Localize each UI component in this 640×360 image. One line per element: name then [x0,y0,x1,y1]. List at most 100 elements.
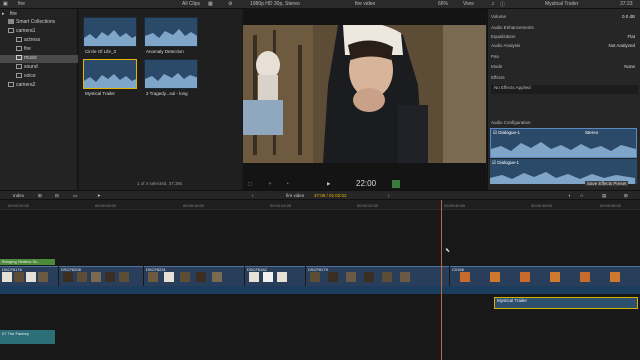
volume-value[interactable]: 0.0 dB [622,14,635,19]
sidebar-item-library[interactable]: ▸ fire [0,11,78,19]
keyword-icon [16,73,22,79]
filmstrip-view-icon[interactable]: ▦ [208,1,213,7]
enhancements-header: Audio Enhancements [491,25,534,30]
sidebar-item-music[interactable]: music [0,55,78,63]
sidebar-item-voice[interactable]: voice [0,73,78,81]
video-clip[interactable]: DSCF8179 [306,266,449,286]
analysis-row: Audio Analysis Not Analyzed [491,43,635,48]
video-clip[interactable]: DSCF8176 [0,266,58,286]
select-tool-icon[interactable]: ➤ [97,193,101,199]
dialogue-format-dropdown[interactable]: Stereo [585,130,598,135]
sidebar-item-actress[interactable]: actress [0,37,78,45]
sidebar-item-fire[interactable]: fire [0,46,78,54]
ruler-tick: 00:00:16:00 [183,203,205,208]
dialogue-sub-checkbox[interactable]: ☑ Dialogue-1 [492,160,519,166]
frame [263,272,273,282]
frame [77,272,87,282]
music-clip-label: Mystical Trailer [497,298,528,303]
back-icon[interactable]: ‹ [252,193,254,198]
effects-browser-icon[interactable]: ⊞ [624,193,628,199]
music-clip[interactable]: Mystical Trailer [494,297,638,309]
info-inspector-icon[interactable]: ⓘ [500,1,505,8]
sidebar-item-camera1[interactable]: camera1 [0,28,78,36]
pan-header: Pan [491,54,500,59]
index-button[interactable]: Index [13,193,24,198]
append-icon[interactable]: ⊞ [38,193,42,199]
viewer-title: fire video [355,1,376,7]
top-toolbar: ▣ fire All Clips ▦ ⚙ 1080p HD 30p, Stere… [0,0,640,9]
view-menu[interactable]: View [463,1,474,7]
zoom-dropdown[interactable]: 66% [438,1,448,7]
dialogue-channel[interactable]: ☑ Dialogue-1 Stereo [490,128,637,158]
forward-icon[interactable]: › [388,193,390,198]
frame [91,272,101,282]
library-icon[interactable]: ▣ [3,1,8,7]
folder-icon [8,19,14,25]
clip-thumbnail-selected[interactable] [83,59,137,89]
play-button[interactable]: ▶ [327,181,330,187]
audio-clip[interactable]: 07 The Factory [0,330,55,344]
frame [119,272,129,282]
dialogue-checkbox[interactable]: ☑ Dialogue-1 [493,130,520,136]
connected-clip[interactable]: Bringing Heatins Sc... [0,259,55,265]
frame [460,272,470,282]
headphones-icon[interactable]: ∩ [580,193,583,198]
clip-appearance-icon[interactable]: ▤ [602,193,606,199]
clip-label: Circle Of Life_3 [85,49,117,54]
connected-clip-label: Bringing Heatins Sc... [2,259,41,264]
effects-list: No Effects Applied [491,85,638,94]
clip-label: Mystical Trailer [85,91,116,96]
frame [364,272,374,282]
edit-tools-icon[interactable]: ▭ [73,193,77,199]
sidebar-item-sound[interactable]: sound [0,64,78,72]
video-clip[interactable]: DSCF8182 [245,266,305,286]
waveform-icon [145,29,197,46]
sidebar-item-smart-collections[interactable]: Smart Collections [0,19,78,27]
mode-dropdown[interactable]: None [624,64,635,69]
audio-skimming-icon[interactable]: ◗ [568,193,571,198]
video-clip[interactable]: C0166 [450,266,640,286]
frame [328,272,338,282]
analysis-value: Not Analyzed [608,43,635,48]
frame [277,272,287,282]
clip-thumbnail[interactable] [83,17,137,47]
video-clip[interactable]: DSCF8231 [144,266,244,286]
clip-filter-dropdown[interactable]: All Clips [182,1,200,7]
frame [148,272,158,282]
video-clip[interactable]: DSCF8208 [59,266,143,286]
speed-icon[interactable]: ◔ [286,181,289,186]
frame [550,272,560,282]
clip-browser: Circle Of Life_3 Anomaly Detection Mysti… [79,9,242,190]
playhead[interactable] [441,200,442,360]
audio-clip-label: 07 The Factory [2,331,29,336]
equalization-dropdown[interactable]: Flat [627,34,635,39]
audio-inspector-icon[interactable]: ♫ [491,1,495,7]
clip-audio-strip[interactable] [0,286,640,294]
effects-header: Effects [491,75,505,80]
inspector-duration: 37:23 [620,1,633,7]
waveform-icon [491,142,636,157]
ruler-tick: 00:00:32:00 [357,203,379,208]
enhance-icon[interactable]: ✧ [268,181,272,187]
insert-icon[interactable]: ⊟ [55,193,59,199]
clip-thumbnail[interactable] [144,59,198,89]
sidebar-item-camera2[interactable]: camera2 [0,82,78,90]
viewer-timecode: 22:00 [356,179,377,188]
library-title: fire [18,1,25,7]
clip-label: 2 Tragedy...sul - long [146,91,188,96]
clip-thumbnail[interactable] [144,17,198,47]
frame [180,272,190,282]
frame [346,272,356,282]
audio-meter-icon[interactable] [392,180,400,188]
timeline-ruler[interactable]: 00:00:00:00 00:00:08:00 00:00:16:00 00:0… [0,200,640,210]
format-info: 1080p HD 30p, Stereo [250,1,300,7]
frame [382,272,392,282]
save-preset-button[interactable]: Save Effects Preset [585,181,629,186]
timeline-toolbar: Index ⊞ ⊟ ▭ ➤ ‹ fire video 37:09 / 01:02… [0,190,640,200]
keyword-icon [16,37,22,43]
transform-icon[interactable]: ⬚ [248,181,252,187]
settings-icon[interactable]: ⚙ [228,1,232,7]
ruler-tick: 00:00:24:00 [270,203,292,208]
video-frame[interactable] [243,25,486,163]
frame [26,272,36,282]
